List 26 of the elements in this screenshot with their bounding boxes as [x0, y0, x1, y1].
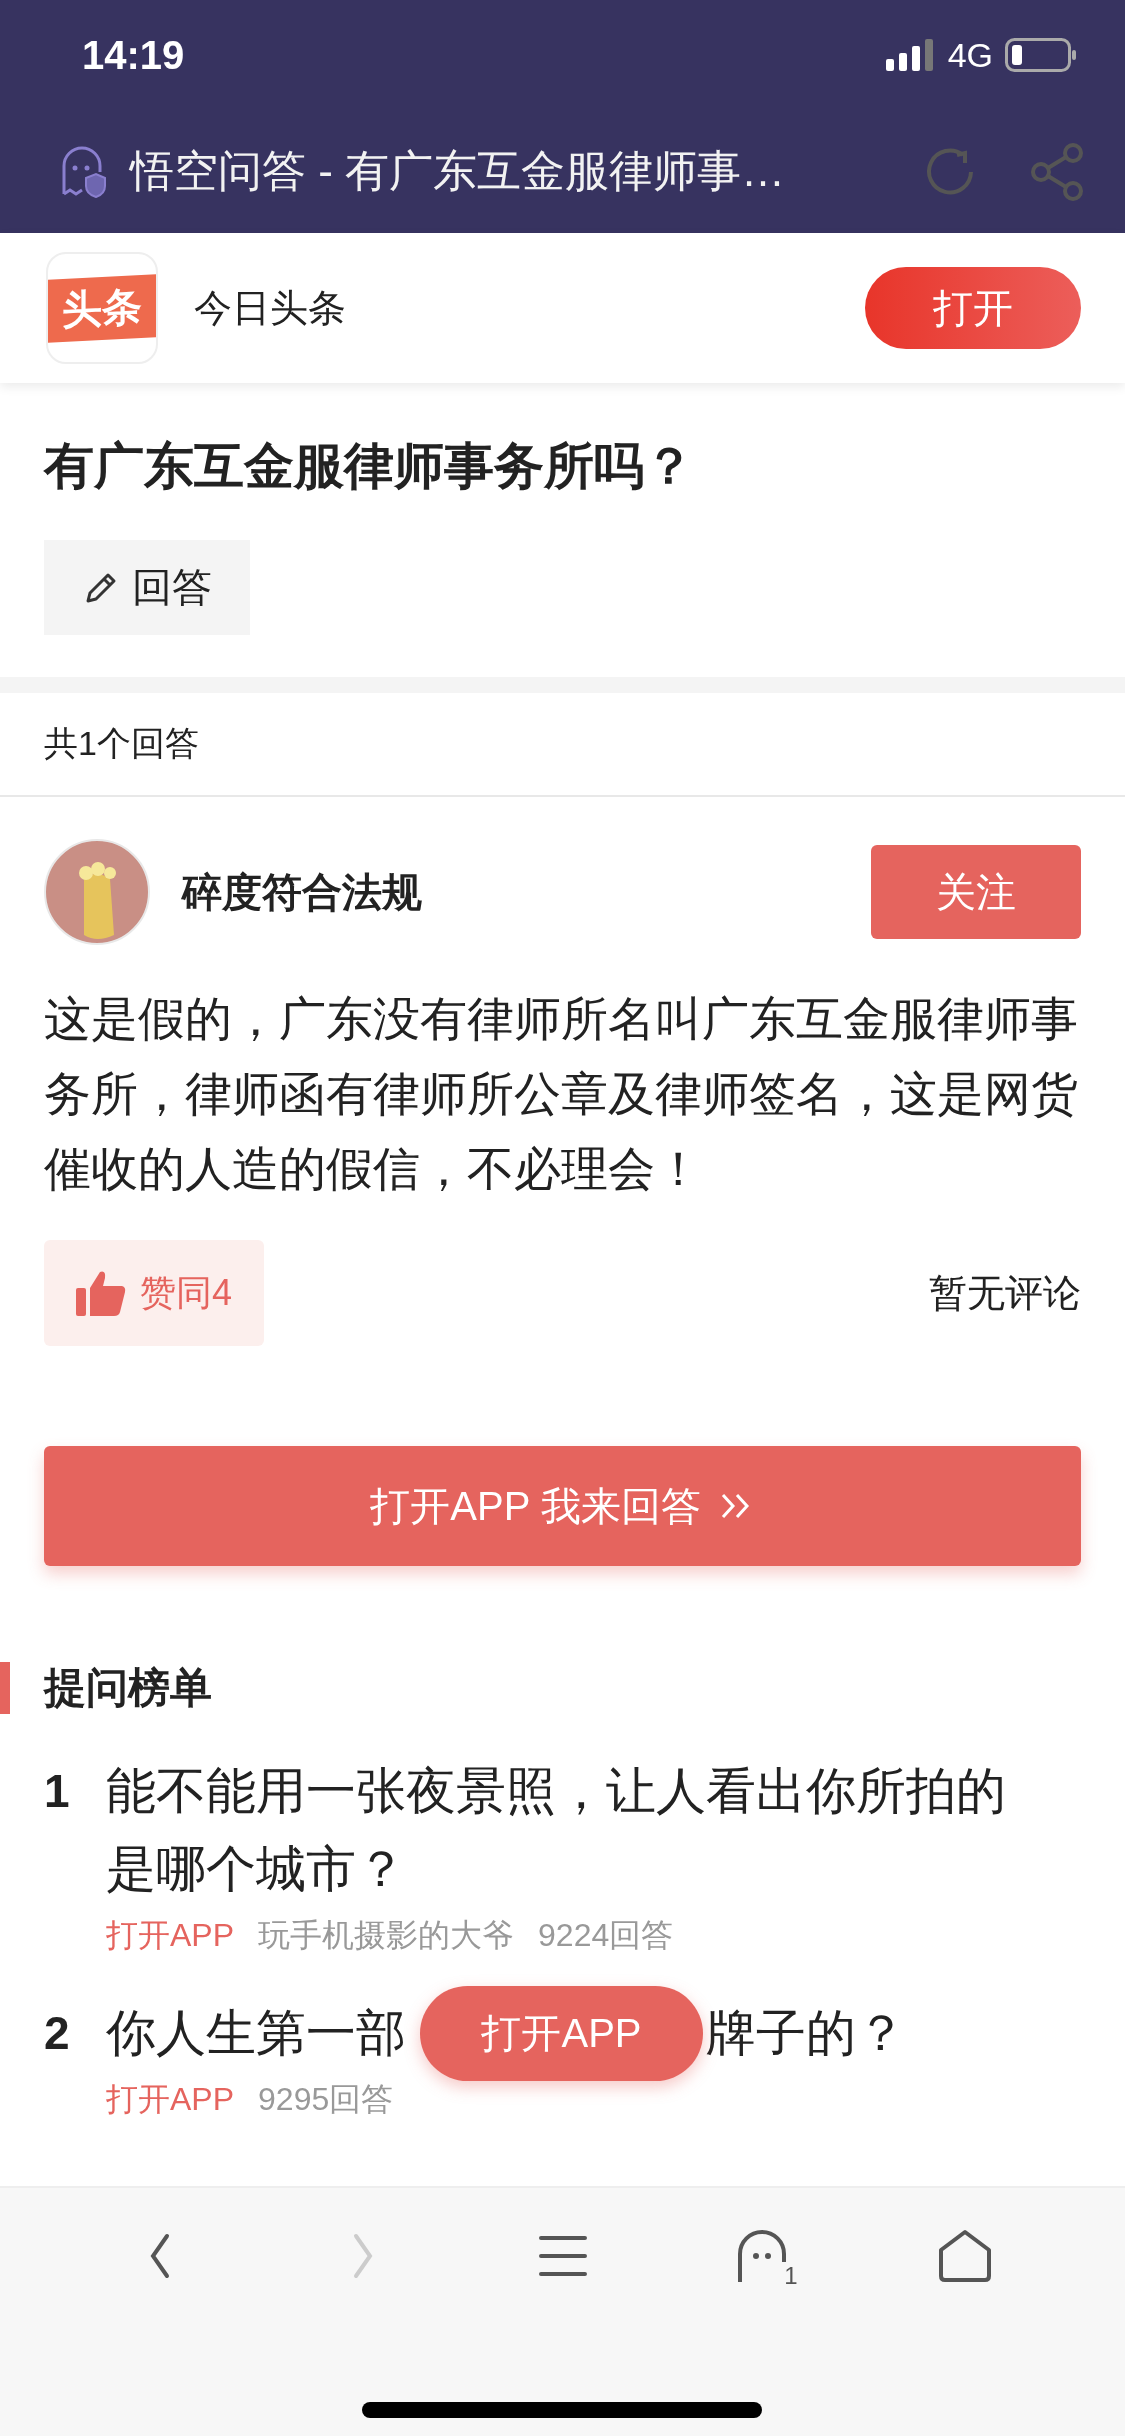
battery-icon — [1005, 38, 1077, 72]
rank-number: 1 — [44, 1764, 71, 1819]
ghost-shield-icon — [60, 145, 106, 198]
thumbs-up-icon — [76, 1270, 126, 1316]
signal-icon — [885, 39, 936, 71]
section-marker — [0, 1662, 10, 1714]
open-button[interactable]: 打开 — [865, 267, 1081, 349]
answer-button[interactable]: 回答 — [44, 540, 250, 635]
app-name: 今日头条 — [194, 285, 347, 331]
question-link[interactable]: 你人生第一部 — [106, 1994, 406, 2072]
question-author: 玩手机摄影的大爷 — [258, 1916, 515, 1955]
author-name[interactable]: 碎度符合法规 — [182, 864, 839, 920]
question-link[interactable]: 牌子的？ — [706, 1994, 906, 2072]
comment-status[interactable]: 暂无评论 — [929, 1267, 1081, 1319]
answer-total: 9224回答 — [538, 1916, 674, 1955]
page-title: 悟空问答 - 有广东互金服律师事… — [130, 145, 787, 197]
answer-total: 9295回答 — [258, 2080, 394, 2119]
question-title: 有广东互金服律师事务所吗？ — [44, 437, 695, 496]
status-time: 14:19 — [82, 32, 185, 78]
network-label: 4G — [947, 35, 993, 75]
question-link[interactable]: 能不能用一张夜景照，让人看出你所拍的是哪个城市？ — [106, 1752, 1045, 1908]
section-title: 提问榜单 — [44, 1663, 212, 1713]
app-logo: 头条 — [46, 252, 158, 364]
answer-count: 共1个回答 — [0, 693, 1125, 797]
answer-text: 这是假的，广东没有律师所名叫广东互金服律师事务所，律师函有律师所公章及律师签名，这是网货催收的人造的假信，不必理会！ — [44, 991, 1079, 1197]
rank-number: 2 — [44, 2006, 71, 2061]
